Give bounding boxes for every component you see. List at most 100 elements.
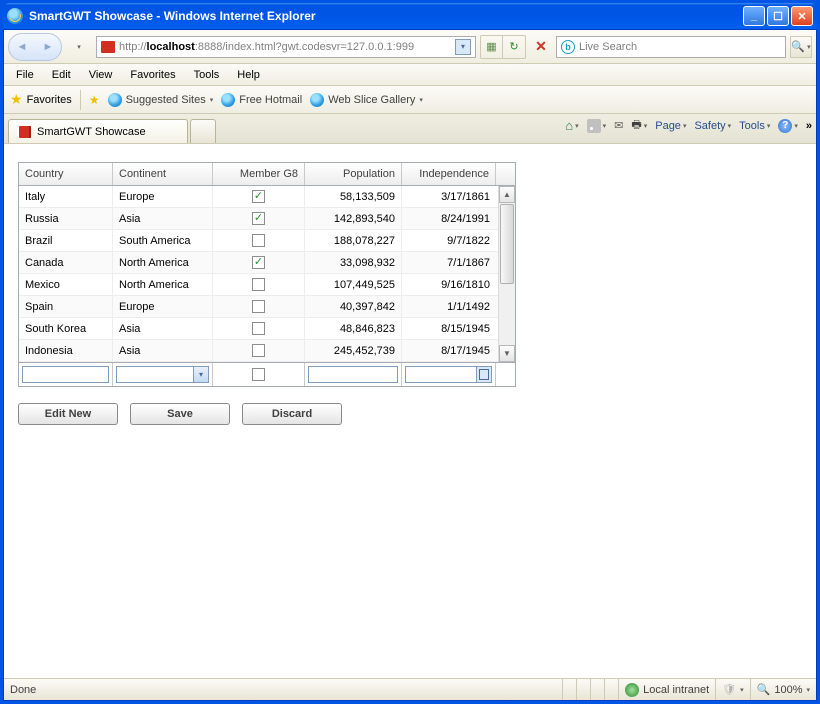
minimize-button[interactable]: _	[743, 6, 765, 26]
add-favorite-icon[interactable]: ★	[89, 93, 100, 107]
ie-mini-icon	[108, 93, 122, 107]
cell-g8	[213, 296, 305, 317]
edit-country-input[interactable]	[22, 366, 109, 383]
refresh-button[interactable]: ↻	[503, 36, 525, 58]
col-country[interactable]: Country	[19, 163, 113, 185]
close-button[interactable]: ✕	[791, 6, 813, 26]
menu-file[interactable]: File	[8, 67, 42, 83]
calendar-icon	[476, 367, 491, 382]
cell-country: South Korea	[19, 318, 113, 339]
checkbox-icon: ✓	[252, 212, 265, 225]
edit-new-button[interactable]: Edit New	[18, 403, 118, 425]
cell-population: 48,846,823	[305, 318, 402, 339]
col-continent[interactable]: Continent	[113, 163, 213, 185]
edit-continent-select[interactable]: ▾	[116, 366, 209, 383]
page-content: Country Continent Member G8 Population I…	[4, 144, 816, 678]
scroll-down-button[interactable]: ▼	[499, 345, 515, 362]
favorites-button[interactable]: ★ Favorites	[10, 91, 72, 108]
security-zone[interactable]: Local intranet	[618, 679, 715, 700]
home-icon: ⌂	[565, 118, 573, 133]
nav-toolbar: ◄ ► ▾ http://localhost:8888/index.html?g…	[4, 30, 816, 64]
checkbox-icon: ✓	[252, 256, 265, 269]
menu-view[interactable]: View	[81, 67, 121, 83]
zoom-control[interactable]: 🔍 100% ▾	[750, 679, 816, 700]
table-row[interactable]: MexicoNorth America107,449,5259/16/1810	[19, 274, 498, 296]
menu-edit[interactable]: Edit	[44, 67, 79, 83]
cell-country: Canada	[19, 252, 113, 273]
table-row[interactable]: BrazilSouth America188,078,2279/7/1822	[19, 230, 498, 252]
cell-population: 40,397,842	[305, 296, 402, 317]
cell-population: 33,098,932	[305, 252, 402, 273]
back-button[interactable]: ◄	[9, 34, 35, 60]
col-population[interactable]: Population	[305, 163, 402, 185]
cell-independence: 7/1/1867	[402, 252, 496, 273]
edit-independence-date[interactable]	[405, 366, 492, 383]
grid-edit-row: ▾	[19, 362, 515, 386]
search-go-button[interactable]: 🔍▾	[790, 36, 812, 58]
cell-g8	[213, 230, 305, 251]
window-titlebar: SmartGWT Showcase - Windows Internet Exp…	[3, 3, 817, 29]
cell-independence: 3/17/1861	[402, 186, 496, 207]
help-icon: ?	[778, 119, 792, 133]
zoom-icon: 🔍	[757, 683, 771, 696]
tab-smartgwt-showcase[interactable]: SmartGWT Showcase	[8, 119, 188, 143]
col-member-g8[interactable]: Member G8	[213, 163, 305, 185]
compat-view-button[interactable]: ▦	[481, 36, 503, 58]
maximize-button[interactable]: ☐	[767, 6, 789, 26]
cell-population: 142,893,540	[305, 208, 402, 229]
suggested-sites-link[interactable]: Suggested Sites ▾	[108, 93, 214, 107]
table-row[interactable]: IndonesiaAsia245,452,7398/17/1945	[19, 340, 498, 362]
ie-icon	[7, 8, 23, 24]
cell-independence: 8/15/1945	[402, 318, 496, 339]
safety-menu[interactable]: Safety▾	[694, 120, 731, 132]
page-icon	[101, 41, 115, 53]
cell-independence: 1/1/1492	[402, 296, 496, 317]
checkbox-icon	[252, 322, 265, 335]
col-independence[interactable]: Independence	[402, 163, 496, 185]
search-placeholder: Live Search	[579, 41, 637, 53]
data-grid: Country Continent Member G8 Population I…	[18, 162, 516, 387]
new-tab-button[interactable]	[190, 119, 216, 143]
save-button[interactable]: Save	[130, 403, 230, 425]
address-bar[interactable]: http://localhost:8888/index.html?gwt.cod…	[96, 36, 476, 58]
cell-country: Mexico	[19, 274, 113, 295]
cell-independence: 8/17/1945	[402, 340, 496, 361]
stop-button[interactable]: ✕	[530, 36, 552, 58]
free-hotmail-link[interactable]: Free Hotmail	[221, 93, 302, 107]
table-row[interactable]: RussiaAsia✓142,893,5408/24/1991	[19, 208, 498, 230]
table-row[interactable]: ItalyEurope✓58,133,5093/17/1861	[19, 186, 498, 208]
toolbar-overflow[interactable]: »	[806, 120, 812, 132]
help-button[interactable]: ?▾	[778, 119, 798, 133]
print-button[interactable]: 🖶▾	[631, 116, 647, 135]
nav-history-dropdown[interactable]: ▾	[66, 34, 92, 60]
feeds-button[interactable]: ▾	[587, 119, 607, 133]
edit-g8-checkbox[interactable]	[252, 368, 265, 381]
home-button[interactable]: ⌂▾	[565, 118, 578, 133]
page-menu[interactable]: Page▾	[655, 120, 686, 132]
read-mail-button[interactable]: ✉	[614, 119, 623, 132]
checkbox-icon: ✓	[252, 190, 265, 203]
ie-mini-icon	[221, 93, 235, 107]
edit-population-input[interactable]	[308, 366, 398, 383]
menu-favorites[interactable]: Favorites	[122, 67, 183, 83]
table-row[interactable]: South KoreaAsia48,846,8238/15/1945	[19, 318, 498, 340]
discard-button[interactable]: Discard	[242, 403, 342, 425]
web-slice-gallery-link[interactable]: Web Slice Gallery ▾	[310, 93, 423, 107]
url-dropdown[interactable]: ▾	[455, 39, 471, 55]
scroll-thumb[interactable]	[500, 204, 514, 284]
scroll-up-button[interactable]: ▲	[499, 186, 515, 203]
tab-favicon	[17, 126, 31, 138]
search-box[interactable]: b Live Search	[556, 36, 786, 58]
forward-button[interactable]: ►	[35, 34, 61, 60]
table-row[interactable]: SpainEurope40,397,8421/1/1492	[19, 296, 498, 318]
protected-mode[interactable]: 🛡▾	[715, 679, 749, 700]
menu-help[interactable]: Help	[229, 67, 268, 83]
cell-continent: North America	[113, 274, 213, 295]
table-row[interactable]: CanadaNorth America✓33,098,9327/1/1867	[19, 252, 498, 274]
cell-continent: Europe	[113, 296, 213, 317]
grid-scrollbar[interactable]: ▲ ▼	[498, 186, 515, 362]
printer-icon: 🖶	[631, 116, 641, 135]
checkbox-icon	[252, 344, 265, 357]
menu-tools[interactable]: Tools	[186, 67, 228, 83]
tools-menu[interactable]: Tools▾	[739, 120, 770, 132]
